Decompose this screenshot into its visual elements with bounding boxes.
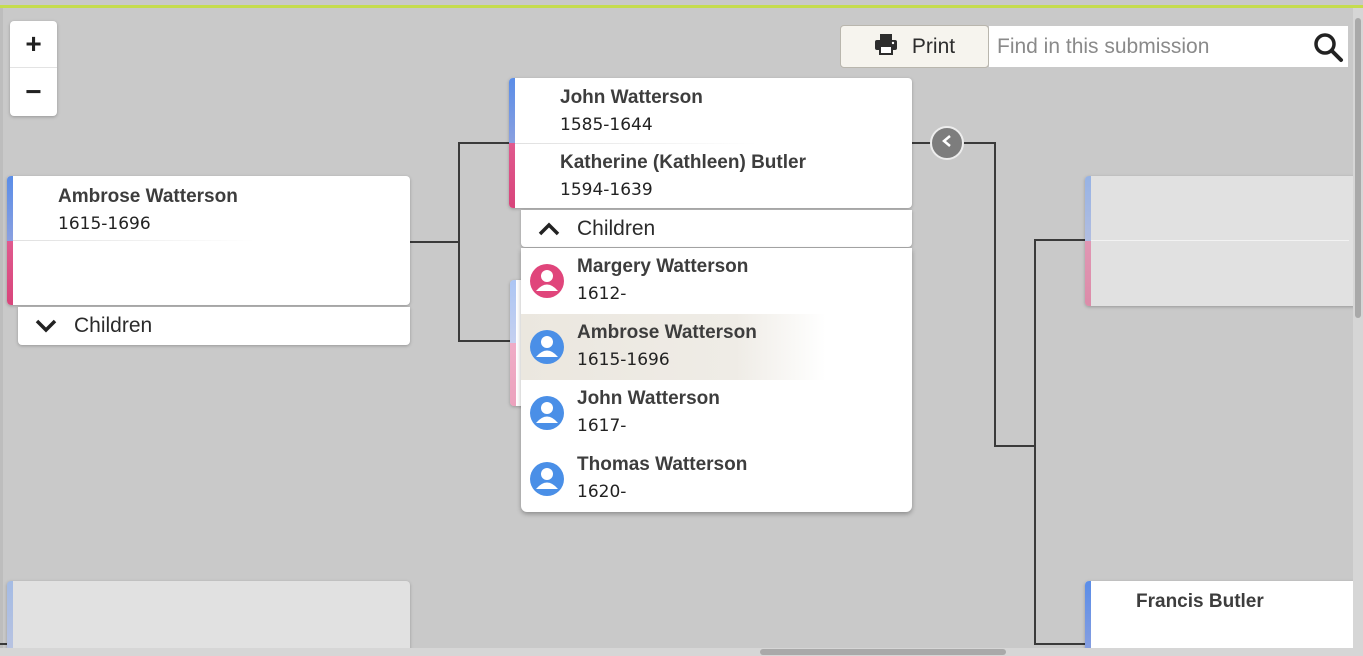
print-label: Print — [911, 34, 956, 58]
person-dates: 1594-1639 — [560, 180, 653, 200]
tree-connector — [994, 142, 996, 447]
printer-icon — [874, 33, 898, 61]
tree-connector — [1034, 643, 1088, 645]
zoom-control: + − — [10, 21, 57, 116]
tree-connector — [410, 241, 460, 243]
chevron-down-icon — [18, 319, 74, 333]
chevron-up-icon — [521, 222, 577, 236]
tree-connector — [458, 142, 510, 144]
child-dates: 1617- — [577, 416, 627, 436]
female-bar — [510, 343, 516, 406]
divider — [1091, 240, 1350, 241]
parents-card[interactable]: John Watterson 1585-1644 Katherine (Kath… — [509, 78, 912, 208]
scrollbar-thumb[interactable] — [760, 649, 1006, 655]
mother[interactable]: Katherine (Kathleen) Butler 1594-1639 — [509, 152, 912, 200]
person-name: Francis Butler — [1136, 591, 1264, 612]
tree-connector — [458, 340, 514, 342]
person-name: John Watterson — [560, 87, 703, 108]
male-bar — [1085, 176, 1091, 241]
grandparents-card-empty[interactable] — [1085, 176, 1357, 306]
tree-connector — [1034, 239, 1088, 241]
parents-children-toggle[interactable]: Children — [521, 210, 912, 247]
scrollbar-thumb[interactable] — [1355, 18, 1361, 318]
child-item-selected[interactable]: Ambrose Watterson 1615-1696 — [521, 314, 912, 380]
child-dates: 1620- — [577, 482, 627, 502]
child-name: Margery Watterson — [577, 256, 749, 277]
divider — [13, 240, 255, 241]
tree-connector — [458, 142, 460, 342]
divider — [515, 143, 757, 144]
grandfather[interactable]: Francis Butler — [1085, 591, 1357, 613]
child-dates: 1615-1696 — [577, 350, 670, 370]
search-input[interactable] — [989, 26, 1299, 67]
children-label: Children — [74, 314, 153, 337]
person-dates: 1585-1644 — [560, 115, 653, 135]
search-box — [989, 26, 1348, 67]
tree-connector — [994, 445, 1036, 447]
focus-children-toggle[interactable]: Children — [18, 307, 410, 345]
zoom-out-button[interactable]: − — [10, 68, 57, 115]
father[interactable]: John Watterson 1585-1644 — [509, 87, 912, 135]
child-item[interactable]: Margery Watterson 1612- — [521, 248, 912, 314]
person-icon — [530, 330, 564, 364]
male-bar — [7, 581, 13, 656]
child-name: Thomas Watterson — [577, 454, 748, 475]
chevron-left-icon — [941, 134, 953, 153]
person-dates: 1615-1696 — [58, 214, 151, 234]
left-edge — [0, 8, 3, 656]
child-dates: 1612- — [577, 284, 627, 304]
zoom-in-button[interactable]: + — [10, 21, 57, 68]
tree-connector — [1034, 239, 1036, 645]
children-dropdown: Margery Watterson 1612- Ambrose Watterso… — [521, 248, 912, 512]
collapse-button[interactable] — [930, 126, 964, 160]
child-item[interactable]: John Watterson 1617- — [521, 380, 912, 446]
top-accent-bar — [0, 0, 1363, 8]
person-icon — [530, 264, 564, 298]
children-label: Children — [577, 216, 656, 240]
print-button[interactable]: Print — [840, 25, 989, 68]
empty-person-card[interactable] — [7, 581, 410, 656]
vertical-scrollbar[interactable] — [1353, 8, 1363, 648]
search-icon[interactable] — [1312, 31, 1344, 63]
person-icon — [530, 462, 564, 496]
child-name: John Watterson — [577, 388, 720, 409]
person-name: Ambrose Watterson — [58, 186, 238, 207]
female-bar — [7, 240, 13, 305]
horizontal-scrollbar[interactable] — [0, 648, 1363, 656]
grandparents-card-butler[interactable]: Francis Butler — [1085, 581, 1357, 656]
person-icon — [530, 396, 564, 430]
person-name: Katherine (Kathleen) Butler — [560, 152, 806, 173]
focus-person[interactable]: Ambrose Watterson 1615-1696 — [7, 186, 410, 234]
male-bar — [510, 280, 516, 343]
child-name: Ambrose Watterson — [577, 322, 757, 343]
child-item[interactable]: Thomas Watterson 1620- — [521, 446, 912, 512]
female-bar — [1085, 241, 1091, 306]
focus-person-card[interactable]: Ambrose Watterson 1615-1696 — [7, 176, 410, 305]
